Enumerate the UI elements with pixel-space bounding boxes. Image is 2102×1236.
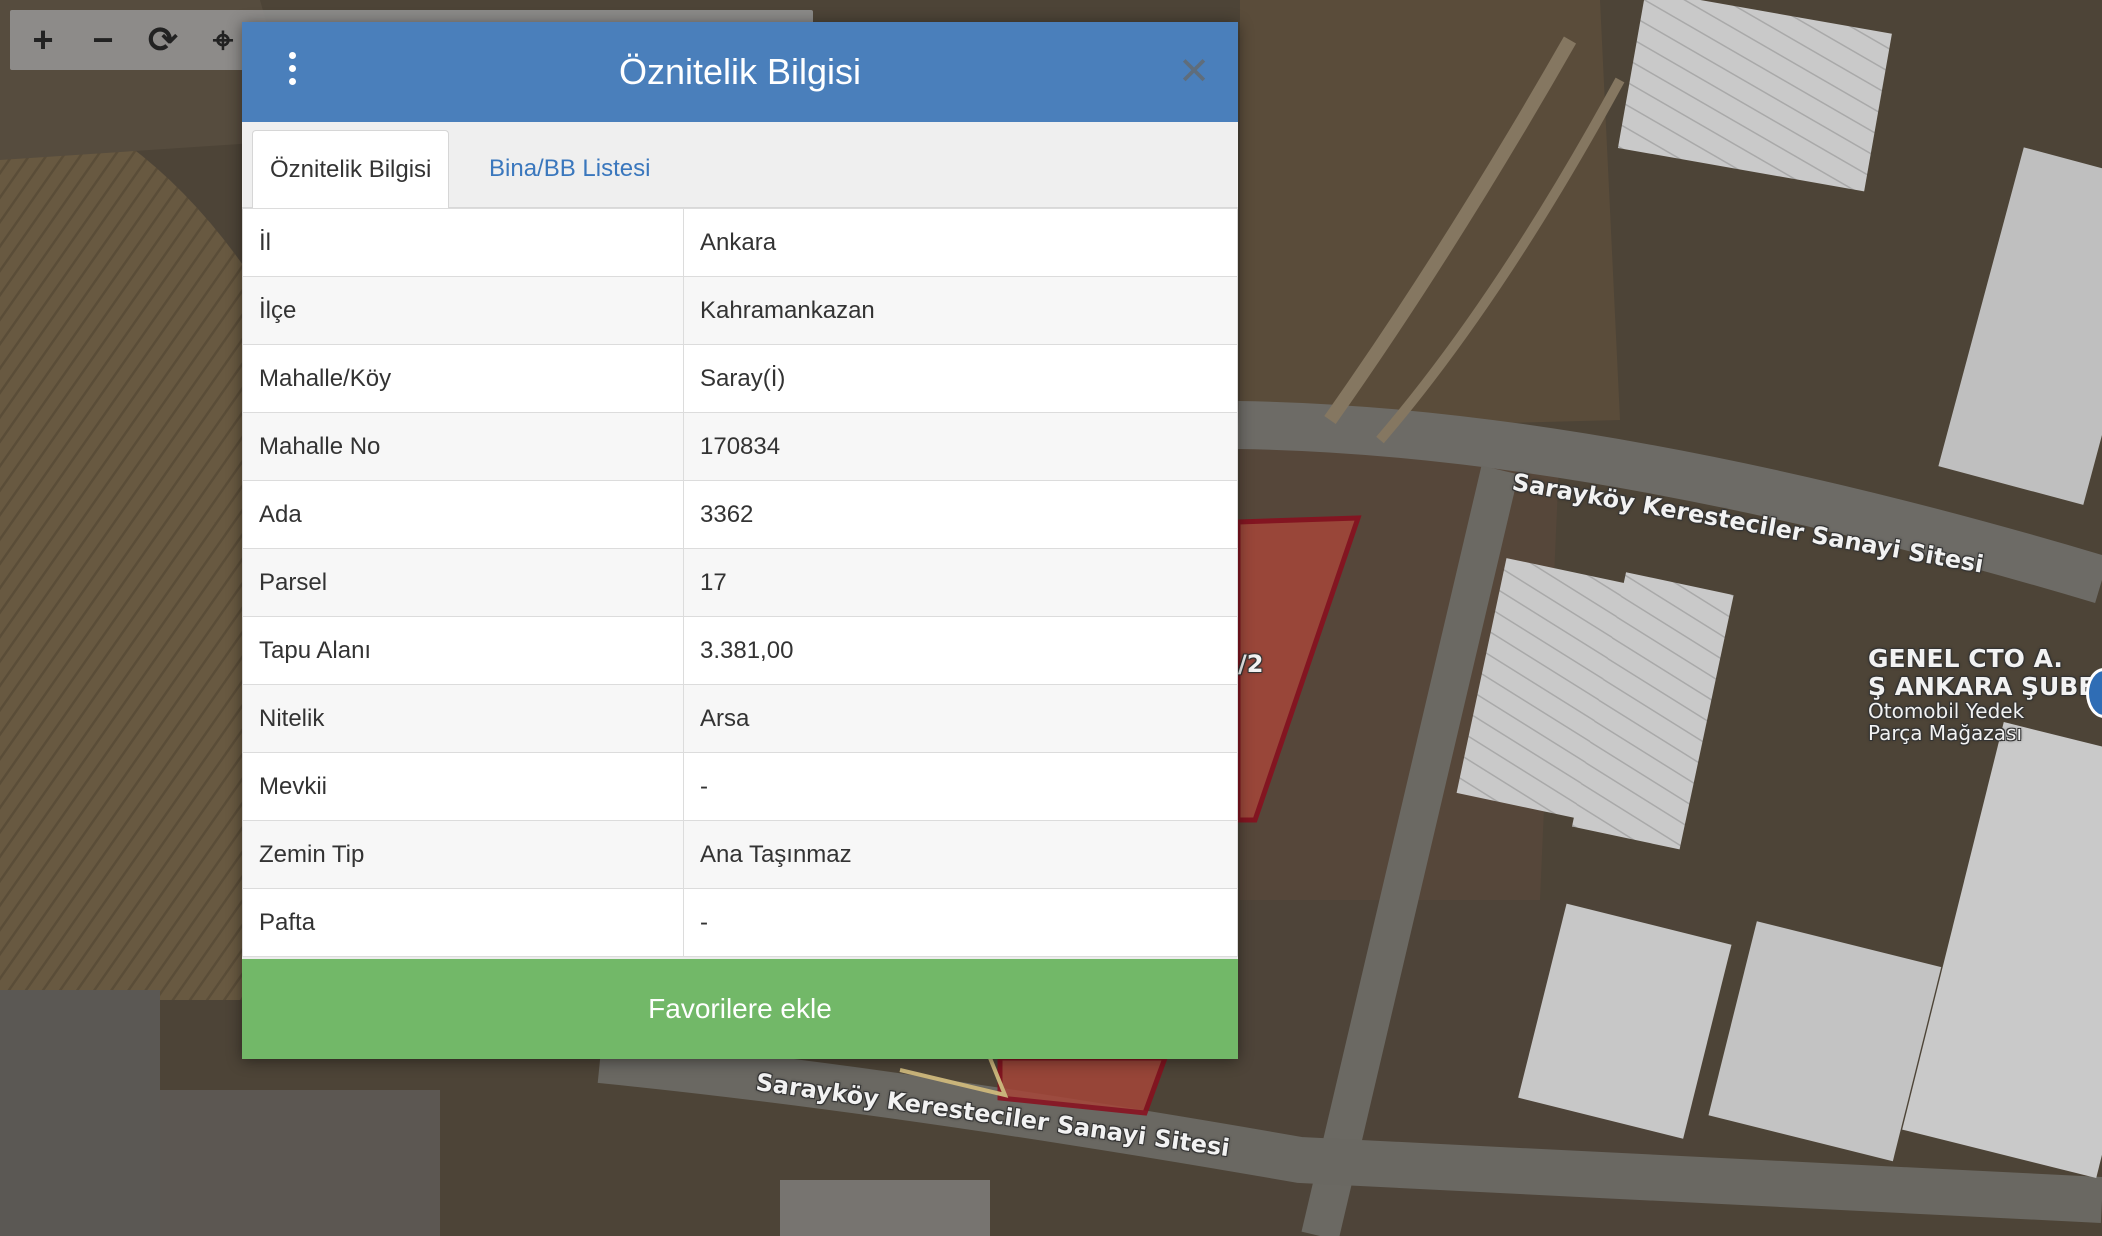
attribute-value: Ana Taşınmaz: [683, 820, 1238, 889]
plus-icon: +: [32, 19, 54, 60]
poi-label: Otomobil Yedek: [1868, 699, 2025, 723]
attribute-key: Tapu Alanı: [242, 616, 684, 685]
refresh-icon: ⟳: [147, 19, 179, 60]
minus-icon: −: [92, 19, 114, 60]
parcel-label: /2: [1238, 650, 1264, 678]
add-to-favorites-button[interactable]: Favorilere ekle: [242, 959, 1238, 1059]
table-row: Ada 3362: [242, 480, 1238, 549]
refresh-button[interactable]: ⟳: [134, 10, 192, 70]
attribute-value: 3.381,00: [683, 616, 1238, 685]
attribute-value: 170834: [683, 412, 1238, 481]
table-row: Nitelik Arsa: [242, 684, 1238, 753]
table-row: Zemin Tip Ana Taşınmaz: [242, 820, 1238, 889]
dialog-title: Öznitelik Bilgisi: [618, 51, 862, 92]
crosshair-icon: ⌖: [212, 18, 234, 60]
attribute-value: -: [683, 888, 1238, 957]
attribute-key: Mahalle/Köy: [242, 344, 684, 413]
attribute-key: Nitelik: [242, 684, 684, 753]
table-row: İl Ankara: [242, 208, 1238, 277]
attribute-key: Mahalle No: [242, 412, 684, 481]
attribute-key: Parsel: [242, 548, 684, 617]
attribute-value: 3362: [683, 480, 1238, 549]
attribute-info-dialog: Öznitelik Bilgisi ✕ Öznitelik Bilgisi Bi…: [242, 22, 1238, 1059]
table-row: Mahalle/Köy Saray(İ): [242, 344, 1238, 413]
table-row: Parsel 17: [242, 548, 1238, 617]
zoom-in-button[interactable]: +: [14, 10, 72, 70]
attribute-key: Ada: [242, 480, 684, 549]
attribute-value: 17: [683, 548, 1238, 617]
attribute-key: Pafta: [242, 888, 684, 957]
table-row: Pafta -: [242, 888, 1238, 957]
attribute-value: -: [683, 752, 1238, 821]
attribute-key: Zemin Tip: [242, 820, 684, 889]
attribute-key: Mevkii: [242, 752, 684, 821]
attribute-table: İl Ankara İlçe Kahramankazan Mahalle/Köy Sara…: [242, 208, 1238, 957]
dialog-tabs: Öznitelik Bilgisi Bina/BB Listesi: [242, 122, 1238, 208]
tab-building-list[interactable]: Bina/BB Listesi: [472, 130, 667, 207]
attribute-value: Kahramankazan: [683, 276, 1238, 345]
poi-label: GENEL CTO A.: [1868, 644, 2063, 673]
attribute-key: İlçe: [242, 276, 684, 345]
tab-attribute-info[interactable]: Öznitelik Bilgisi: [252, 130, 450, 208]
attribute-value: Saray(İ): [683, 344, 1238, 413]
table-row: Mahalle No 170834: [242, 412, 1238, 481]
close-icon[interactable]: ✕: [1174, 52, 1214, 92]
poi-label: Ş ANKARA ŞUBE: [1868, 672, 2096, 701]
attribute-key: İl: [242, 208, 684, 277]
attribute-value: Ankara: [683, 208, 1238, 277]
zoom-out-button[interactable]: −: [74, 10, 132, 70]
table-row: Tapu Alanı 3.381,00: [242, 616, 1238, 685]
table-row: İlçe Kahramankazan: [242, 276, 1238, 345]
attribute-value: Arsa: [683, 684, 1238, 753]
table-row: Mevkii -: [242, 752, 1238, 821]
dialog-header: Öznitelik Bilgisi ✕: [242, 22, 1238, 122]
poi-label: Parça Mağazası: [1868, 721, 2023, 745]
